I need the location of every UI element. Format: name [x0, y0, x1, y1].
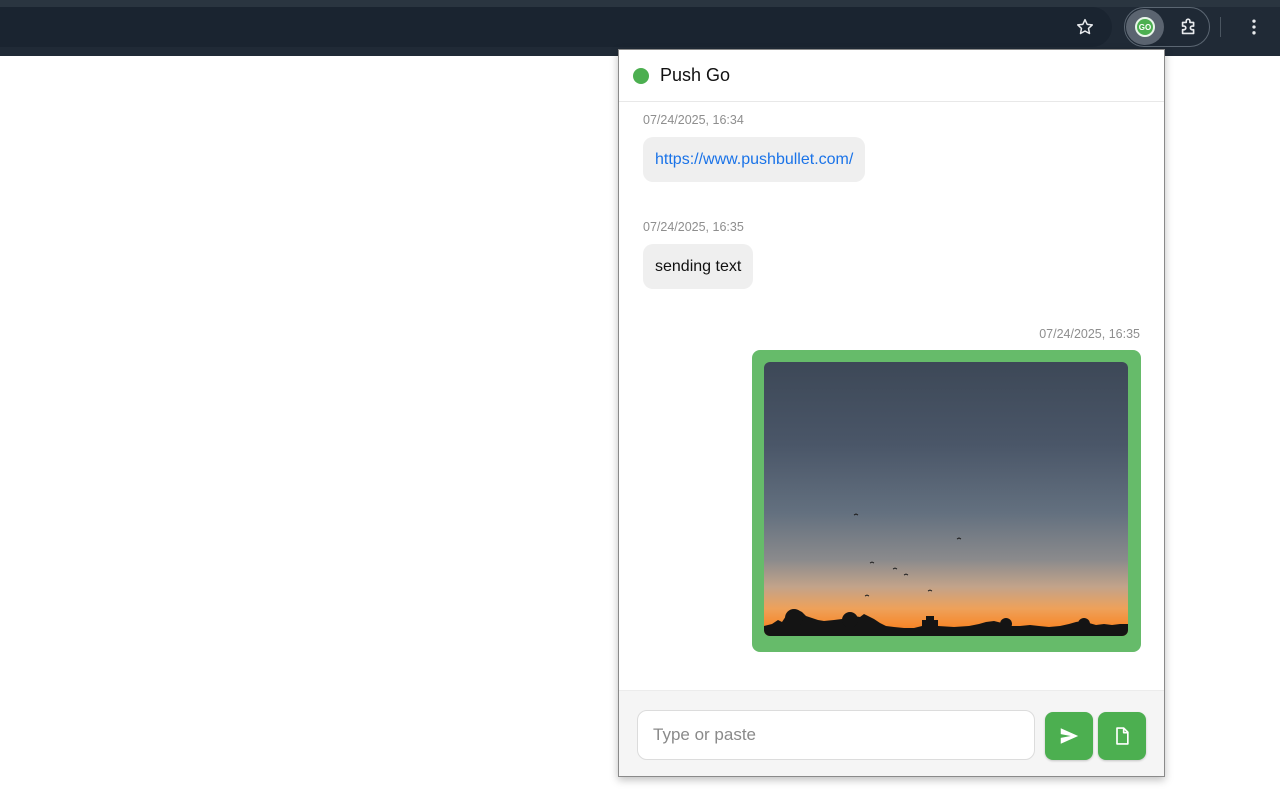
sunset-photo[interactable]: [764, 362, 1128, 636]
popup-header: Push Go: [619, 50, 1164, 102]
bookmark-star-button[interactable]: [1068, 11, 1102, 43]
push-go-logo-icon: GO: [1135, 17, 1155, 37]
push-go-extension-button[interactable]: GO: [1126, 9, 1164, 45]
message-timestamp: 07/24/2025, 16:35: [1039, 327, 1140, 341]
message-link[interactable]: https://www.pushbullet.com/: [655, 151, 853, 169]
message-bubble-link: https://www.pushbullet.com/: [643, 137, 866, 182]
send-icon: [1060, 728, 1079, 744]
address-bar[interactable]: [0, 7, 1112, 47]
tab-strip: [0, 0, 1280, 7]
message-composer: [619, 690, 1164, 776]
file-icon: [1116, 727, 1129, 745]
message-text: sending text: [655, 257, 742, 275]
message-input[interactable]: [637, 710, 1035, 760]
message-bubble-text: sending text: [643, 244, 754, 289]
message-timestamp: 07/24/2025, 16:35: [643, 220, 744, 234]
browser-menu-button[interactable]: [1238, 11, 1270, 43]
push-go-popup: Push Go 07/24/2025, 16:34 https://www.pu…: [618, 49, 1165, 777]
message-bubble-image: [752, 350, 1141, 652]
attach-file-button[interactable]: [1098, 712, 1146, 760]
message-timestamp: 07/24/2025, 16:34: [643, 113, 744, 127]
extensions-menu-button[interactable]: [1172, 11, 1206, 43]
connection-status-icon: [633, 67, 649, 84]
send-button[interactable]: [1045, 712, 1093, 760]
toolbar-divider: [1220, 17, 1221, 37]
puzzle-icon: [1181, 18, 1195, 35]
star-icon: [1077, 18, 1093, 35]
more-vert-icon: [1252, 19, 1256, 35]
birds: [853, 513, 962, 597]
popup-title: Push Go: [660, 65, 731, 85]
browser-toolbar: GO: [0, 0, 1280, 56]
